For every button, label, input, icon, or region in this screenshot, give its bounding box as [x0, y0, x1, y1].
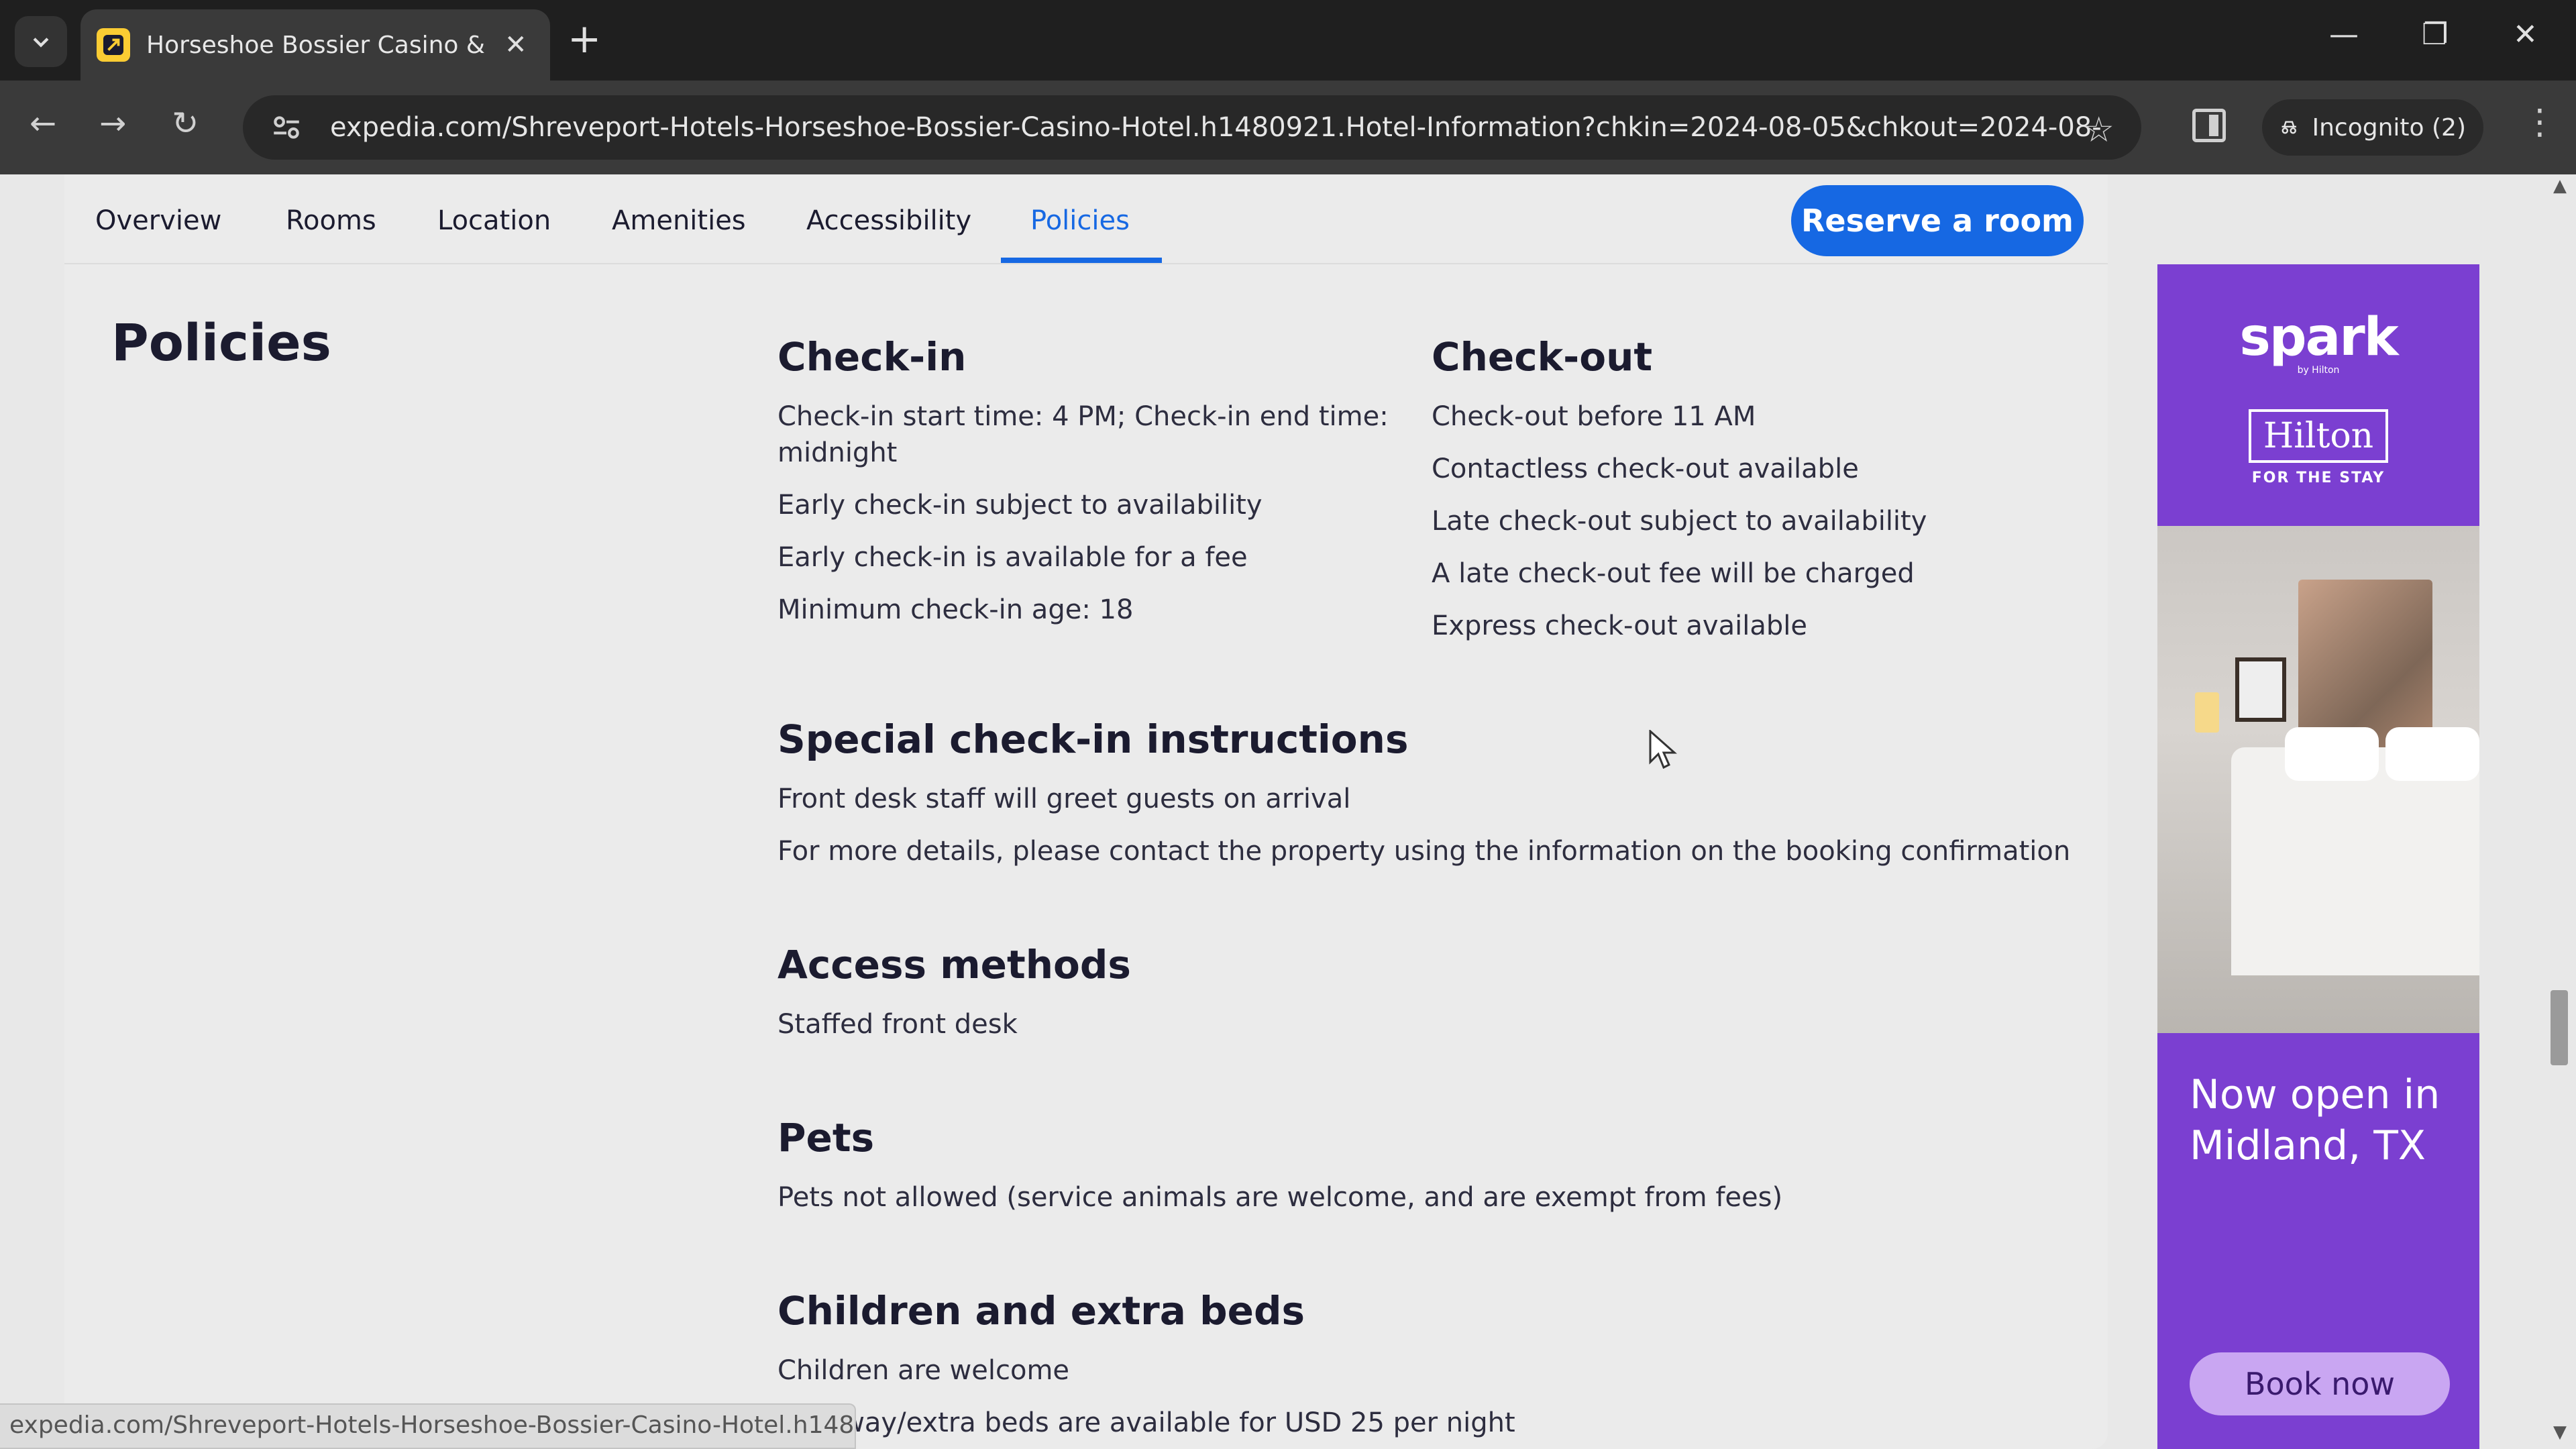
active-tab-underline	[1001, 258, 1162, 263]
bookmark-star-icon[interactable]: ☆	[2083, 110, 2114, 150]
checkout-heading: Check-out	[1432, 334, 1653, 380]
spark-logo: spark	[2239, 307, 2398, 368]
hilton-ad[interactable]: spark by Hilton Hilton FOR THE STAY Now …	[2157, 264, 2479, 1449]
browser-menu-icon[interactable]: ⋮	[2522, 105, 2557, 140]
tab-amenities[interactable]: Amenities	[612, 205, 746, 236]
pets-heading: Pets	[777, 1115, 875, 1161]
scroll-down-icon[interactable]: ▼	[2553, 1422, 2567, 1442]
tab-policies[interactable]: Policies	[1030, 205, 1130, 236]
incognito-badge[interactable]: Incognito (2)	[2262, 99, 2483, 156]
close-tab-icon[interactable]: ✕	[504, 32, 527, 58]
children-line: Rollaway/extra beds are available for US…	[777, 1407, 1515, 1438]
hilton-logo: Hilton	[2249, 409, 2388, 463]
hotel-subnav: Overview Rooms Location Amenities Access…	[64, 174, 2108, 264]
page-content: Overview Rooms Location Amenities Access…	[0, 174, 2576, 1449]
chevron-down-icon	[33, 38, 49, 48]
incognito-icon	[2282, 121, 2296, 134]
special-checkin-heading: Special check-in instructions	[777, 716, 1409, 762]
pets-line: Pets not allowed (service animals are we…	[777, 1182, 1783, 1213]
reserve-room-button[interactable]: Reserve a room	[1791, 185, 2084, 256]
children-heading: Children and extra beds	[777, 1288, 1305, 1334]
access-methods-heading: Access methods	[777, 942, 1131, 987]
tab-title: Horseshoe Bossier Casino & Hotel	[146, 31, 488, 59]
side-panel-icon[interactable]	[2192, 109, 2226, 142]
ad-hotel-room-image	[2157, 526, 2479, 1033]
close-window-icon[interactable]: ✕	[2513, 20, 2538, 50]
ad-brand-block: spark by Hilton Hilton FOR THE STAY	[2157, 264, 2479, 526]
hilton-tagline: FOR THE STAY	[2251, 470, 2385, 486]
url-text: expedia.com/Shreveport-Hotels-Horseshoe-…	[330, 112, 2101, 143]
checkin-heading: Check-in	[777, 334, 967, 380]
browser-tab-bar: Horseshoe Bossier Casino & Hotel ✕ + — ❐…	[0, 0, 2576, 80]
site-settings-icon[interactable]	[270, 111, 303, 144]
page-scrollbar[interactable]: ▲ ▼	[2542, 174, 2576, 1449]
ad-picture-frame	[2235, 657, 2286, 722]
back-icon[interactable]: ←	[30, 107, 56, 140]
new-tab-button[interactable]: +	[568, 19, 601, 59]
address-bar[interactable]: expedia.com/Shreveport-Hotels-Horseshoe-…	[243, 95, 2141, 160]
tab-location[interactable]: Location	[437, 205, 551, 236]
tab-search-button[interactable]	[15, 16, 67, 67]
checkin-line: Early check-in subject to availability	[777, 490, 1263, 521]
tab-overview[interactable]: Overview	[95, 205, 221, 236]
browser-tab[interactable]: Horseshoe Bossier Casino & Hotel ✕	[80, 9, 550, 80]
mouse-cursor-icon	[1649, 730, 1677, 769]
checkout-line: Late check-out subject to availability	[1432, 506, 1927, 537]
checkout-line: Express check-out available	[1432, 610, 1807, 641]
checkout-line: Check-out before 11 AM	[1432, 401, 1756, 432]
link-status-bar: expedia.com/Shreveport-Hotels-Horseshoe-…	[0, 1403, 856, 1449]
ad-pillow	[2385, 727, 2479, 781]
page-title: Policies	[111, 313, 331, 372]
checkin-line: Check-in start time: 4 PM; Check-in end …	[777, 401, 1389, 432]
ad-bed	[2231, 747, 2479, 975]
checkin-line: Early check-in is available for a fee	[777, 542, 1248, 573]
spark-logo-sub: by Hilton	[2297, 365, 2340, 376]
forward-icon[interactable]: →	[99, 107, 126, 140]
ad-headline: Now open in Midland, TX	[2190, 1071, 2440, 1169]
ad-pillow	[2285, 727, 2379, 781]
checkout-line: A late check-out fee will be charged	[1432, 558, 1915, 589]
browser-toolbar: ← → ↻ expedia.com/Shreveport-Hotels-Hors…	[0, 80, 2576, 174]
book-now-button[interactable]: Book now	[2190, 1352, 2450, 1415]
special-line: For more details, please contact the pro…	[777, 836, 2071, 867]
expedia-favicon-icon	[97, 28, 130, 62]
tab-rooms[interactable]: Rooms	[286, 205, 376, 236]
access-line: Staffed front desk	[777, 1009, 1018, 1040]
policies-card: Overview Rooms Location Amenities Access…	[64, 174, 2108, 1449]
minimize-icon[interactable]: —	[2329, 20, 2359, 50]
checkin-line: Minimum check-in age: 18	[777, 594, 1134, 625]
checkout-line: Contactless check-out available	[1432, 453, 1859, 484]
children-line: Children are welcome	[777, 1355, 1070, 1386]
incognito-label: Incognito (2)	[2312, 113, 2467, 142]
tab-accessibility[interactable]: Accessibility	[806, 205, 971, 236]
scroll-up-icon[interactable]: ▲	[2553, 176, 2567, 196]
checkin-line: midnight	[777, 437, 898, 468]
scroll-thumb[interactable]	[2551, 990, 2568, 1065]
special-line: Front desk staff will greet guests on ar…	[777, 784, 1351, 814]
ad-lamp	[2195, 692, 2219, 733]
restore-icon[interactable]: ❐	[2422, 20, 2448, 50]
reload-icon[interactable]: ↻	[172, 107, 199, 140]
